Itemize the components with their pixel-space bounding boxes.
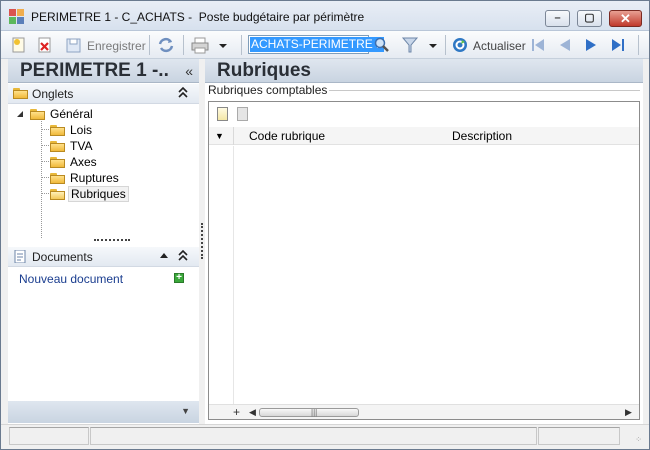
- separator: [183, 35, 184, 55]
- group-label: Rubriques comptables: [208, 83, 330, 97]
- onglets-label: Onglets: [32, 87, 74, 101]
- resize-grip-icon[interactable]: ⁘: [635, 435, 643, 444]
- folder-icon: [50, 157, 65, 168]
- close-button[interactable]: ✕: [609, 10, 642, 27]
- panel-header: PERIMETRE 1 -.. «: [8, 59, 199, 83]
- navigation-panel: PERIMETRE 1 -.. « Onglets Général Lois T…: [8, 59, 199, 424]
- horizontal-splitter[interactable]: [94, 239, 130, 241]
- grid-header: ▼ Code rubrique Description: [209, 127, 639, 145]
- panel-title: PERIMETRE 1 -..: [20, 60, 169, 81]
- title-bar: PERIMETRE 1 - C_ACHATS - Poste budgétair…: [1, 1, 649, 31]
- grip-icon: |||: [311, 408, 318, 417]
- next-icon[interactable]: [583, 36, 599, 54]
- status-pane: [90, 427, 537, 445]
- sync-icon[interactable]: [157, 36, 175, 54]
- collapse-panel-icon[interactable]: «: [185, 63, 193, 79]
- tree-label: Ruptures: [70, 171, 119, 185]
- refresh-label[interactable]: Actualiser: [473, 39, 526, 53]
- document-icon: [14, 250, 26, 263]
- tree-label: Général: [50, 107, 93, 121]
- add-document-icon[interactable]: +: [174, 273, 184, 283]
- tree-label: Lois: [70, 123, 93, 137]
- horizontal-scrollbar[interactable]: + ◀ ||| ▶: [209, 404, 639, 419]
- folder-icon: [50, 125, 65, 136]
- last-icon[interactable]: [609, 36, 627, 54]
- new-row-icon[interactable]: [217, 107, 228, 121]
- separator: [445, 35, 446, 55]
- scroll-left-icon[interactable]: ◀: [249, 407, 256, 418]
- new-document-link[interactable]: Nouveau document: [19, 272, 123, 286]
- delete-icon[interactable]: [37, 36, 53, 54]
- tree-label: Axes: [70, 155, 97, 169]
- tree-label: TVA: [70, 139, 93, 153]
- search-icon[interactable]: [373, 36, 391, 54]
- folder-icon: [13, 87, 28, 100]
- filter-icon[interactable]: [401, 36, 419, 54]
- minimize-icon: –: [554, 12, 561, 24]
- status-bar: ⁘: [1, 424, 649, 449]
- tabs-tree: Général Lois TVA Axes Ruptures Rubriques: [8, 103, 199, 238]
- onglets-section-header[interactable]: Onglets: [8, 84, 199, 104]
- close-icon: ✕: [620, 11, 631, 26]
- status-pane: [538, 427, 620, 445]
- move-up-icon[interactable]: [159, 249, 169, 263]
- record-value: ACHATS-PERIMETRE 1: [250, 37, 384, 52]
- maximize-button[interactable]: ▢: [577, 10, 602, 27]
- scroll-thumb[interactable]: [259, 408, 359, 417]
- refresh-icon[interactable]: [451, 36, 469, 54]
- status-pane: [9, 427, 89, 445]
- column-chooser-icon[interactable]: ▼: [215, 131, 224, 141]
- previous-icon[interactable]: [557, 36, 573, 54]
- separator: [638, 35, 639, 55]
- dropdown-icon[interactable]: [217, 36, 229, 54]
- separator: [149, 35, 150, 55]
- save-icon[interactable]: [65, 36, 83, 54]
- print-icon[interactable]: [191, 36, 209, 54]
- first-icon[interactable]: [529, 36, 547, 54]
- tree-label: Rubriques: [68, 186, 129, 202]
- app-window: PERIMETRE 1 - C_ACHATS - Poste budgétair…: [0, 0, 650, 450]
- vertical-splitter[interactable]: [201, 223, 203, 259]
- expand-icon[interactable]: [16, 110, 24, 118]
- toolbar: Enregistrer ACHATS-PERIMETRE 1 Actualise…: [1, 31, 649, 59]
- panel-footer: ▼: [8, 401, 199, 423]
- edit-row-icon[interactable]: [237, 107, 248, 121]
- grid-toolbar: [209, 102, 639, 126]
- window-title: PERIMETRE 1 - C_ACHATS - Poste budgétair…: [31, 10, 365, 24]
- app-icon: [9, 9, 25, 25]
- collapse-section-icon[interactable]: [178, 249, 188, 263]
- record-input[interactable]: ACHATS-PERIMETRE 1: [248, 35, 384, 54]
- maximize-icon: ▢: [584, 12, 595, 24]
- content-panel: Rubriques Rubriques comptables ▼ Code ru…: [205, 59, 643, 424]
- folder-icon: [50, 173, 65, 184]
- add-row-icon[interactable]: +: [233, 405, 240, 419]
- content-title: Rubriques: [217, 60, 311, 81]
- content-header: Rubriques: [205, 59, 643, 83]
- open-folder-icon: [50, 189, 65, 200]
- scroll-right-icon[interactable]: ▶: [625, 407, 632, 418]
- new-icon[interactable]: [11, 36, 27, 54]
- dropdown-icon[interactable]: [427, 36, 439, 54]
- chevron-down-icon[interactable]: ▼: [181, 406, 190, 416]
- save-label[interactable]: Enregistrer: [87, 39, 146, 53]
- group-divider: [318, 90, 640, 91]
- column-header-code[interactable]: Code rubrique: [249, 129, 325, 143]
- folder-icon: [50, 141, 65, 152]
- rubriques-grid: ▼ Code rubrique Description + ◀ ||| ▶: [208, 101, 640, 420]
- column-header-description[interactable]: Description: [452, 129, 512, 143]
- documents-label: Documents: [32, 250, 93, 264]
- folder-icon: [30, 109, 45, 120]
- separator: [241, 35, 242, 55]
- minimize-button[interactable]: –: [545, 10, 570, 27]
- grid-body[interactable]: [209, 146, 639, 404]
- collapse-section-icon[interactable]: [178, 86, 188, 100]
- documents-section-header[interactable]: Documents: [8, 247, 199, 267]
